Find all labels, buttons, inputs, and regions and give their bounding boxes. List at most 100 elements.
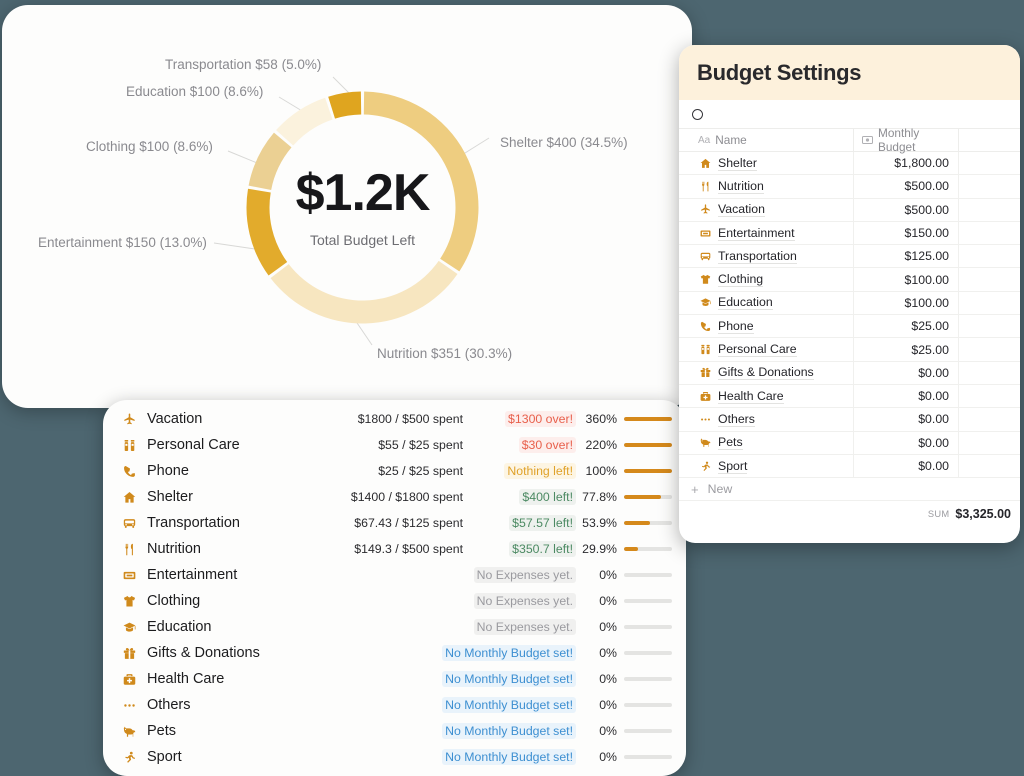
table-cell-monthly-budget[interactable]: $25.00 xyxy=(854,315,959,337)
donut-chart: $1.2K Total Budget Left xyxy=(245,90,480,325)
budget-row[interactable]: Shelter$1400 / $1800 spent$400 left!77.8… xyxy=(103,484,686,510)
table-row[interactable]: Gifts & Donations$0.00 xyxy=(679,362,1020,385)
budget-row[interactable]: Phone$25 / $25 spentNothing left!100% xyxy=(103,458,686,484)
table-cell-name-label: Others xyxy=(718,412,755,427)
budget-chart-card: $1.2K Total Budget Left Transportation $… xyxy=(2,5,692,408)
budget-row-status: No Monthly Budget set! xyxy=(442,724,576,738)
tshirt-icon xyxy=(698,274,713,285)
add-new-row-button[interactable]: + New xyxy=(679,478,1020,501)
table-row[interactable]: Education$100.00 xyxy=(679,292,1020,315)
table-cell-name[interactable]: Education xyxy=(679,292,854,314)
budget-row-name: Nutrition xyxy=(140,541,354,557)
table-cell-name[interactable]: Health Care xyxy=(679,385,854,407)
table-row[interactable]: Personal Care$25.00 xyxy=(679,338,1020,361)
budget-progress-list-card: Vacation$1800 / $500 spent$1300 over!360… xyxy=(103,400,686,776)
budget-row[interactable]: Nutrition$149.3 / $500 spent$350.7 left!… xyxy=(103,536,686,562)
budget-row-name: Vacation xyxy=(140,411,358,427)
progress-fill xyxy=(624,417,672,421)
budget-row[interactable]: Personal Care$55 / $25 spent$30 over!220… xyxy=(103,432,686,458)
table-cell-name[interactable]: Sport xyxy=(679,455,854,477)
table-cell-monthly-budget[interactable]: $0.00 xyxy=(854,408,959,430)
budget-row[interactable]: Health CareNo Monthly Budget set!0% xyxy=(103,666,686,692)
table-row[interactable]: Entertainment$150.00 xyxy=(679,222,1020,245)
donut-slice-transportation[interactable] xyxy=(328,92,361,119)
table-cell-name[interactable]: Shelter xyxy=(679,152,854,174)
budget-row[interactable]: Transportation$67.43 / $125 spent$57.57 … xyxy=(103,510,686,536)
budget-row-spent: $149.3 / $500 spent xyxy=(354,542,472,556)
budget-row[interactable]: Vacation$1800 / $500 spent$1300 over!360… xyxy=(103,406,686,432)
budget-row-progress-bar xyxy=(624,755,672,759)
status-badge: No Monthly Budget set! xyxy=(442,671,576,687)
table-cell-name[interactable]: Clothing xyxy=(679,268,854,290)
budget-row-name: Shelter xyxy=(140,489,351,505)
budget-row-status: No Monthly Budget set! xyxy=(442,672,576,686)
table-cell-monthly-budget[interactable]: $500.00 xyxy=(854,175,959,197)
table-cell-name[interactable]: Personal Care xyxy=(679,338,854,360)
table-cell-monthly-budget[interactable]: $0.00 xyxy=(854,455,959,477)
table-cell-monthly-budget[interactable]: $100.00 xyxy=(854,292,959,314)
donut-slice-nutrition[interactable] xyxy=(270,261,457,324)
column-header-monthly-budget[interactable]: Monthly Budget xyxy=(854,129,959,151)
table-cell-monthly-budget[interactable]: $150.00 xyxy=(854,222,959,244)
table-row[interactable]: Sport$0.00 xyxy=(679,455,1020,478)
table-row[interactable]: Others $0.00 xyxy=(679,408,1020,431)
table-row[interactable]: Transportation$125.00 xyxy=(679,245,1020,268)
table-row[interactable]: Health Care $0.00 xyxy=(679,385,1020,408)
cutlery-icon xyxy=(698,181,713,192)
slice-label-entertainment: Entertainment $150 (13.0%) xyxy=(38,235,207,250)
table-row[interactable]: Pets$0.00 xyxy=(679,432,1020,455)
table-cell-name[interactable]: Nutrition xyxy=(679,175,854,197)
budget-row-percent: 100% xyxy=(576,464,624,478)
table-cell-monthly-budget[interactable]: $1,800.00 xyxy=(854,152,959,174)
budget-row[interactable]: ClothingNo Expenses yet.0% xyxy=(103,588,686,614)
budget-row[interactable]: EntertainmentNo Expenses yet.0% xyxy=(103,562,686,588)
budget-row-progress-bar xyxy=(624,521,672,525)
table-cell-name[interactable]: Gifts & Donations xyxy=(679,362,854,384)
table-cell-empty xyxy=(959,152,1020,174)
donut-slice-education[interactable] xyxy=(276,98,332,146)
table-row[interactable]: Nutrition$500.00 xyxy=(679,175,1020,198)
table-cell-name-label: Health Care xyxy=(718,389,784,404)
column-header-empty xyxy=(959,129,1020,151)
running-icon xyxy=(698,461,713,472)
table-cell-name[interactable]: Vacation xyxy=(679,199,854,221)
table-cell-monthly-budget[interactable]: $0.00 xyxy=(854,362,959,384)
budget-row[interactable]: OthersNo Monthly Budget set!0% xyxy=(103,692,686,718)
table-row[interactable]: Shelter$1,800.00 xyxy=(679,152,1020,175)
dog-icon xyxy=(119,724,140,738)
status-badge: $1300 over! xyxy=(505,411,576,427)
circle-icon[interactable] xyxy=(692,109,703,120)
table-cell-monthly-budget[interactable]: $0.00 xyxy=(854,385,959,407)
budget-row-status: No Monthly Budget set! xyxy=(442,646,576,660)
budget-row-percent: 220% xyxy=(576,438,624,452)
budget-row-status: No Expenses yet. xyxy=(472,594,576,608)
column-header-name[interactable]: Aa Name xyxy=(679,129,854,151)
budget-row-progress-bar xyxy=(624,677,672,681)
table-cell-name[interactable]: Entertainment xyxy=(679,222,854,244)
table-cell-monthly-budget[interactable]: $25.00 xyxy=(854,338,959,360)
table-row[interactable]: Phone$25.00 xyxy=(679,315,1020,338)
budget-row[interactable]: PetsNo Monthly Budget set!0% xyxy=(103,718,686,744)
status-badge: $57.57 left! xyxy=(509,515,576,531)
table-cell-name[interactable]: Phone xyxy=(679,315,854,337)
budget-row-status: $350.7 left! xyxy=(472,542,576,556)
table-cell-name-label: Clothing xyxy=(718,272,763,287)
budget-row[interactable]: Gifts & DonationsNo Monthly Budget set!0… xyxy=(103,640,686,666)
table-cell-name[interactable]: Transportation xyxy=(679,245,854,267)
budget-row[interactable]: SportNo Monthly Budget set!0% xyxy=(103,744,686,770)
table-cell-empty xyxy=(959,432,1020,454)
table-cell-name[interactable]: Others xyxy=(679,408,854,430)
table-cell-name[interactable]: Pets xyxy=(679,432,854,454)
progress-fill xyxy=(624,495,661,499)
table-row[interactable]: Clothing $100.00 xyxy=(679,268,1020,291)
table-cell-monthly-budget[interactable]: $500.00 xyxy=(854,199,959,221)
budget-settings-card: Budget Settings Aa Name Monthly Budget S… xyxy=(679,45,1020,543)
budget-row[interactable]: EducationNo Expenses yet.0% xyxy=(103,614,686,640)
slice-label-transportation: Transportation $58 (5.0%) xyxy=(165,57,321,72)
table-cell-monthly-budget[interactable]: $0.00 xyxy=(854,432,959,454)
table-row[interactable]: Vacation$500.00 xyxy=(679,199,1020,222)
table-cell-monthly-budget[interactable]: $100.00 xyxy=(854,268,959,290)
sum-row: SUM $3,325.00 xyxy=(679,501,1020,527)
budget-row-progress-bar xyxy=(624,703,672,707)
table-cell-monthly-budget[interactable]: $125.00 xyxy=(854,245,959,267)
